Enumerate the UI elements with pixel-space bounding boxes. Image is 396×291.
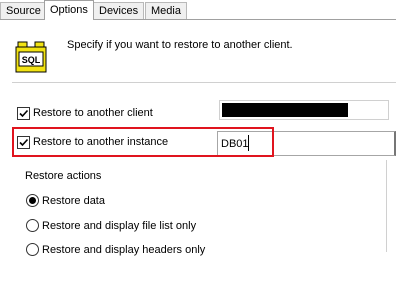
tab-devices[interactable]: Devices [93, 2, 145, 19]
radio-restore-data[interactable] [26, 194, 39, 207]
text-caret [248, 135, 249, 151]
radio-selected-dot [29, 197, 36, 204]
svg-text:SQL: SQL [22, 55, 41, 65]
sql-database-icon: SQL [15, 41, 47, 73]
redacted-value [222, 103, 348, 117]
section-divider [12, 82, 396, 83]
restore-instance-checkbox[interactable] [17, 136, 30, 149]
radio-restore-headers-label: Restore and display headers only [42, 244, 206, 256]
radio-restore-headers[interactable] [26, 243, 39, 256]
tab-bar: Source Options Devices Media [0, 0, 396, 20]
instance-name-input[interactable] [217, 131, 396, 156]
tab-source[interactable]: Source [0, 2, 47, 19]
client-name-field[interactable] [219, 100, 389, 120]
tab-media[interactable]: Media [145, 2, 187, 19]
radio-restore-data-label: Restore data [42, 195, 105, 207]
restore-instance-label: Restore to another instance [33, 136, 169, 148]
checkmark-icon [19, 138, 29, 147]
restore-actions-title: Restore actions [25, 170, 102, 182]
checkmark-icon [19, 109, 29, 118]
group-border [386, 160, 387, 252]
restore-client-label: Restore to another client [33, 107, 153, 119]
restore-description: Specify if you want to restore to anothe… [67, 39, 293, 51]
tab-options[interactable]: Options [44, 0, 94, 20]
restore-client-checkbox[interactable] [17, 107, 30, 120]
radio-restore-file-list[interactable] [26, 219, 39, 232]
radio-restore-file-list-label: Restore and display file list only [42, 220, 197, 232]
